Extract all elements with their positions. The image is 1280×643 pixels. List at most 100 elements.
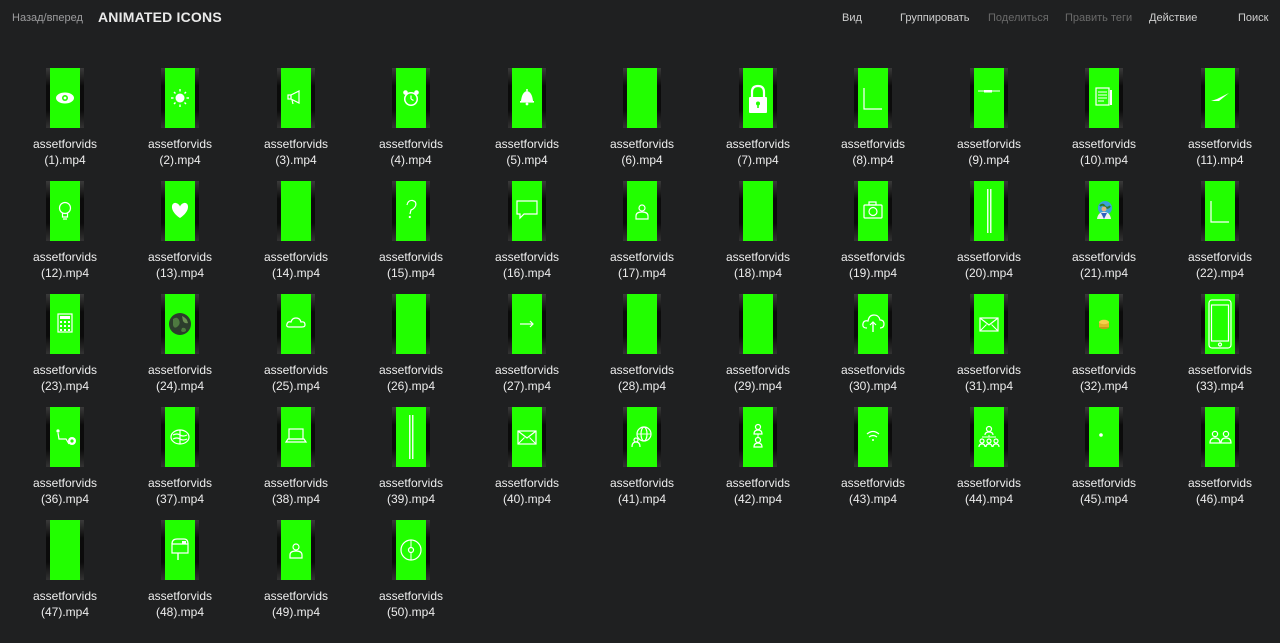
file-item[interactable]: assetforvids (44).mp4	[931, 403, 1047, 513]
file-item[interactable]: assetforvids (12).mp4	[7, 177, 123, 287]
file-item[interactable]: assetforvids (49).mp4	[238, 516, 354, 626]
file-item[interactable]: assetforvids (9).mp4	[931, 64, 1047, 174]
file-item[interactable]: assetforvids (25).mp4	[238, 290, 354, 400]
file-item[interactable]: assetforvids (29).mp4	[700, 290, 816, 400]
file-item[interactable]: assetforvids (17).mp4	[584, 177, 700, 287]
file-item[interactable]: assetforvids (31).mp4	[931, 290, 1047, 400]
file-item[interactable]: assetforvids (32).mp4	[1046, 290, 1162, 400]
file-item[interactable]: assetforvids (16).mp4	[469, 177, 585, 287]
video-thumbnail[interactable]	[161, 181, 199, 241]
video-thumbnail[interactable]	[623, 181, 661, 241]
file-item[interactable]: assetforvids (20).mp4	[931, 177, 1047, 287]
video-thumbnail[interactable]	[392, 294, 430, 354]
video-thumbnail[interactable]	[161, 520, 199, 580]
video-thumbnail[interactable]	[46, 407, 84, 467]
video-thumbnail[interactable]	[1201, 294, 1239, 354]
file-item[interactable]: assetforvids (4).mp4	[353, 64, 469, 174]
video-thumbnail[interactable]	[623, 294, 661, 354]
video-thumbnail[interactable]	[277, 181, 315, 241]
file-item[interactable]: assetforvids (13).mp4	[122, 177, 238, 287]
video-thumbnail[interactable]	[46, 520, 84, 580]
back-forward-button[interactable]: Назад/вперед	[12, 12, 83, 24]
file-item[interactable]: assetforvids (45).mp4	[1046, 403, 1162, 513]
file-item[interactable]: assetforvids (1).mp4	[7, 64, 123, 174]
video-thumbnail[interactable]	[277, 520, 315, 580]
file-item[interactable]: assetforvids (48).mp4	[122, 516, 238, 626]
file-item[interactable]: assetforvids (24).mp4	[122, 290, 238, 400]
video-thumbnail[interactable]	[739, 294, 777, 354]
file-item[interactable]: assetforvids (10).mp4	[1046, 64, 1162, 174]
file-item[interactable]: assetforvids (11).mp4	[1162, 64, 1278, 174]
video-thumbnail[interactable]	[623, 407, 661, 467]
video-thumbnail[interactable]	[1085, 68, 1123, 128]
video-thumbnail[interactable]	[970, 294, 1008, 354]
video-thumbnail[interactable]	[508, 407, 546, 467]
edit-tags-button[interactable]: Править теги	[1065, 12, 1132, 24]
video-thumbnail[interactable]	[739, 68, 777, 128]
file-item[interactable]: assetforvids (37).mp4	[122, 403, 238, 513]
video-thumbnail[interactable]	[161, 294, 199, 354]
file-item[interactable]: assetforvids (22).mp4	[1162, 177, 1278, 287]
file-item[interactable]: assetforvids (3).mp4	[238, 64, 354, 174]
file-item[interactable]: assetforvids (42).mp4	[700, 403, 816, 513]
video-thumbnail[interactable]	[739, 407, 777, 467]
share-button[interactable]: Поделиться	[988, 12, 1049, 24]
file-item[interactable]: assetforvids (7).mp4	[700, 64, 816, 174]
file-item[interactable]: assetforvids (40).mp4	[469, 403, 585, 513]
file-item[interactable]: assetforvids (41).mp4	[584, 403, 700, 513]
file-item[interactable]: assetforvids (47).mp4	[7, 516, 123, 626]
video-thumbnail[interactable]	[46, 294, 84, 354]
file-item[interactable]: assetforvids (23).mp4	[7, 290, 123, 400]
action-menu-button[interactable]: Действие	[1149, 12, 1197, 24]
video-thumbnail[interactable]	[46, 181, 84, 241]
file-item[interactable]: assetforvids (6).mp4	[584, 64, 700, 174]
video-thumbnail[interactable]	[970, 407, 1008, 467]
video-thumbnail[interactable]	[277, 294, 315, 354]
file-item[interactable]: assetforvids (27).mp4	[469, 290, 585, 400]
video-thumbnail[interactable]	[392, 407, 430, 467]
file-item[interactable]: assetforvids (8).mp4	[815, 64, 931, 174]
video-thumbnail[interactable]	[623, 68, 661, 128]
video-thumbnail[interactable]	[1201, 407, 1239, 467]
video-thumbnail[interactable]	[739, 181, 777, 241]
video-thumbnail[interactable]	[854, 294, 892, 354]
file-item[interactable]: assetforvids (14).mp4	[238, 177, 354, 287]
file-item[interactable]: assetforvids (5).mp4	[469, 64, 585, 174]
file-item[interactable]: assetforvids (28).mp4	[584, 290, 700, 400]
video-thumbnail[interactable]	[508, 294, 546, 354]
video-thumbnail[interactable]	[970, 181, 1008, 241]
search-button[interactable]: Поиск	[1238, 12, 1268, 24]
video-thumbnail[interactable]	[1201, 181, 1239, 241]
video-thumbnail[interactable]	[277, 68, 315, 128]
video-thumbnail[interactable]	[1085, 294, 1123, 354]
video-thumbnail[interactable]	[392, 181, 430, 241]
video-thumbnail[interactable]	[854, 407, 892, 467]
video-thumbnail[interactable]	[161, 68, 199, 128]
file-item[interactable]: assetforvids (2).mp4	[122, 64, 238, 174]
file-item[interactable]: assetforvids (30).mp4	[815, 290, 931, 400]
view-menu-button[interactable]: Вид	[842, 12, 862, 24]
video-thumbnail[interactable]	[277, 407, 315, 467]
video-thumbnail[interactable]	[970, 68, 1008, 128]
group-menu-button[interactable]: Группировать	[900, 12, 970, 24]
file-item[interactable]: assetforvids (43).mp4	[815, 403, 931, 513]
file-item[interactable]: assetforvids (21).mp4	[1046, 177, 1162, 287]
video-thumbnail[interactable]	[508, 68, 546, 128]
video-thumbnail[interactable]	[854, 181, 892, 241]
video-thumbnail[interactable]	[508, 181, 546, 241]
file-item[interactable]: assetforvids (26).mp4	[353, 290, 469, 400]
file-item[interactable]: assetforvids (39).mp4	[353, 403, 469, 513]
file-item[interactable]: assetforvids (36).mp4	[7, 403, 123, 513]
video-thumbnail[interactable]	[392, 520, 430, 580]
video-thumbnail[interactable]	[1085, 407, 1123, 467]
file-item[interactable]: assetforvids (50).mp4	[353, 516, 469, 626]
video-thumbnail[interactable]	[1085, 181, 1123, 241]
video-thumbnail[interactable]	[1201, 68, 1239, 128]
file-item[interactable]: assetforvids (38).mp4	[238, 403, 354, 513]
file-item[interactable]: assetforvids (46).mp4	[1162, 403, 1278, 513]
video-thumbnail[interactable]	[854, 68, 892, 128]
video-thumbnail[interactable]	[161, 407, 199, 467]
file-item[interactable]: assetforvids (33).mp4	[1162, 290, 1278, 400]
file-item[interactable]: assetforvids (18).mp4	[700, 177, 816, 287]
video-thumbnail[interactable]	[46, 68, 84, 128]
